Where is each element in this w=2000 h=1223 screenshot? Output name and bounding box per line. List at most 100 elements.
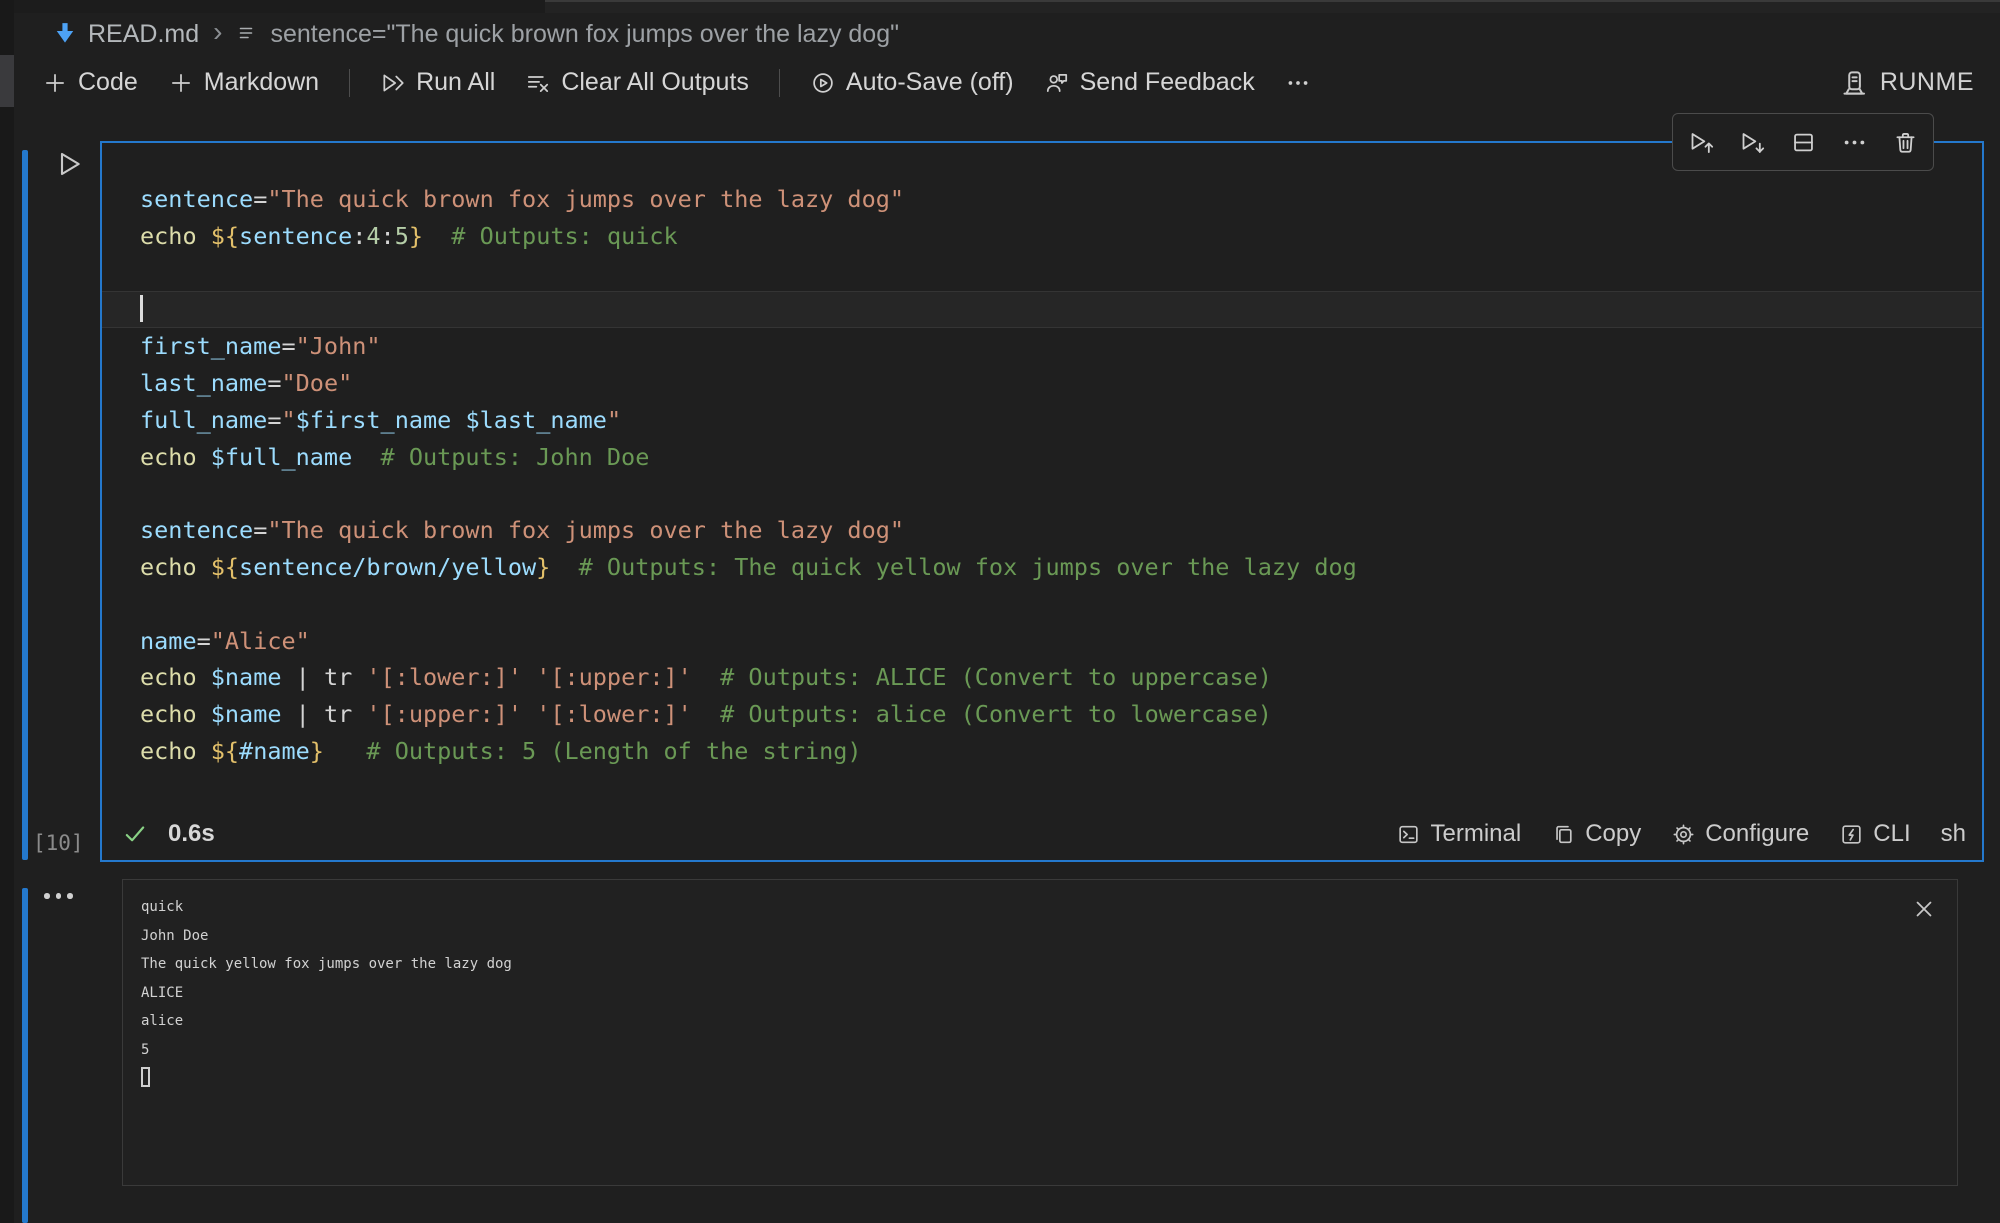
status-action-label: CLI (1873, 820, 1910, 848)
code-token: # Outputs: John Doe (352, 443, 649, 471)
send-feedback-button[interactable]: Send Feedback (1044, 68, 1255, 97)
code-token: $name (211, 700, 282, 728)
more-actions-button[interactable] (1285, 70, 1311, 96)
code-token: " (282, 406, 296, 434)
terminal-block-cursor (141, 1067, 150, 1087)
auto-save-toggle[interactable]: Auto-Save (off) (810, 68, 1014, 97)
code-line: echo ${sentence/brown/yellow} # Outputs:… (102, 549, 1982, 586)
cell-status-actions: Terminal Copy Configure CLI sh (1396, 820, 1966, 848)
code-token: # Outputs: alice (Convert to lowercase) (692, 700, 1272, 728)
clear-all-outputs-button[interactable]: Clear All Outputs (525, 68, 749, 97)
code-token: # Outputs: quick (423, 222, 678, 250)
delete-cell-button[interactable] (1892, 129, 1919, 156)
code-token: "John" (296, 332, 381, 360)
code-line (102, 475, 1982, 512)
split-cell-button[interactable] (1790, 129, 1817, 156)
add-markdown-button[interactable]: Markdown (168, 68, 319, 97)
code-token: } (409, 222, 423, 250)
more-cell-actions-button[interactable] (1841, 129, 1868, 156)
code-token (451, 406, 465, 434)
code-token: : (381, 222, 395, 250)
code-line: echo $name | tr '[:upper:]' '[:lower:]' … (102, 696, 1982, 733)
notebook-toolbar: Code Markdown Run All Clear All Outputs Auto… (14, 55, 2000, 110)
plus-icon (42, 70, 68, 96)
execute-below-icon (1739, 129, 1766, 156)
terminal-icon (1396, 822, 1421, 847)
code-token: '[:upper:]' (366, 700, 522, 728)
code-line: echo ${#name} # Outputs: 5 (Length of th… (102, 733, 1982, 770)
code-token: ${ (211, 222, 239, 250)
output-line: John Doe (141, 922, 1957, 951)
code-token: $name (211, 663, 282, 691)
language-indicator[interactable]: sh (1941, 820, 1966, 848)
code-line: echo ${sentence:4:5} # Outputs: quick (102, 218, 1982, 255)
code-editor[interactable]: sentence="The quick brown fox jumps over… (102, 143, 1982, 808)
close-icon (1911, 896, 1937, 922)
terminal-button[interactable]: Terminal (1396, 820, 1521, 848)
code-token: sentence (140, 185, 253, 213)
cli-button[interactable]: CLI (1839, 820, 1910, 848)
code-line (102, 255, 1982, 292)
execute-below-button[interactable] (1739, 129, 1766, 156)
code-token (522, 663, 536, 691)
code-token: = (267, 369, 281, 397)
code-token: = (253, 516, 267, 544)
chevron-right-icon: › (213, 16, 222, 48)
output-line: ALICE (141, 979, 1957, 1008)
code-token: # Outputs: 5 (Length of the string) (324, 737, 862, 765)
ellipsis-icon (1841, 129, 1868, 156)
code-token: echo (140, 663, 211, 691)
toolbar-button-label: Markdown (204, 68, 319, 97)
code-token: = (253, 185, 267, 213)
code-line: last_name="Doe" (102, 365, 1982, 402)
code-token: ${ (211, 553, 239, 581)
output-panel: quickJohn DoeThe quick yellow fox jumps … (122, 879, 1958, 1186)
left-scroll-gutter (0, 0, 14, 1223)
code-cell: sentence="The quick brown fox jumps over… (100, 141, 1984, 862)
output-menu-icon[interactable] (44, 886, 78, 906)
status-action-label: Configure (1705, 820, 1809, 848)
code-token: $first_name (296, 406, 452, 434)
cell-toolbar (1672, 113, 1934, 171)
code-token: echo (140, 222, 211, 250)
code-token: first_name (140, 332, 281, 360)
code-line (102, 291, 1982, 328)
run-cell-button[interactable] (54, 146, 86, 182)
success-check-icon (122, 821, 148, 847)
code-token: # Outputs: ALICE (Convert to uppercase) (692, 663, 1272, 691)
code-token (522, 700, 536, 728)
code-token: 4 (366, 222, 380, 250)
copy-button[interactable]: Copy (1551, 820, 1641, 848)
toolbar-button-label: Auto-Save (off) (846, 68, 1014, 97)
scrollbar-thumb[interactable] (0, 55, 14, 107)
execution-count: [10] (33, 831, 84, 855)
code-token: $full_name (211, 443, 352, 471)
add-code-button[interactable]: Code (42, 68, 138, 97)
code-token: ${ (211, 737, 239, 765)
code-token: '[:lower:]' (366, 663, 522, 691)
code-line: echo $name | tr '[:lower:]' '[:upper:]' … (102, 659, 1982, 696)
code-token: $last_name (465, 406, 606, 434)
output-body: quickJohn DoeThe quick yellow fox jumps … (123, 880, 1957, 1185)
cell-focus-bar (22, 150, 28, 860)
breadcrumb[interactable]: READ.md › sentence="The quick brown fox … (14, 13, 2000, 55)
output-focus-bar (22, 888, 28, 1223)
code-token: full_name (140, 406, 267, 434)
output-line: The quick yellow fox jumps over the lazy… (141, 950, 1957, 979)
execute-above-button[interactable] (1688, 129, 1715, 156)
toolbar-separator (349, 69, 350, 97)
runme-brand: RUNME (1838, 68, 2000, 98)
run-all-button[interactable]: Run All (380, 68, 495, 97)
code-token: '[:lower:]' (536, 700, 692, 728)
breadcrumb-file[interactable]: READ.md (88, 20, 199, 49)
configure-button[interactable]: Configure (1671, 820, 1809, 848)
code-token: : (352, 222, 366, 250)
breadcrumb-section[interactable]: sentence="The quick brown fox jumps over… (270, 20, 899, 49)
auto-save-icon (810, 70, 836, 96)
toolbar-button-label: Send Feedback (1080, 68, 1255, 97)
code-token: "Alice" (211, 627, 310, 655)
toolbar-button-label: Code (78, 68, 138, 97)
close-output-button[interactable] (1911, 896, 1937, 922)
cell-status-left: 0.6s (122, 820, 215, 848)
runme-file-icon (52, 21, 78, 47)
